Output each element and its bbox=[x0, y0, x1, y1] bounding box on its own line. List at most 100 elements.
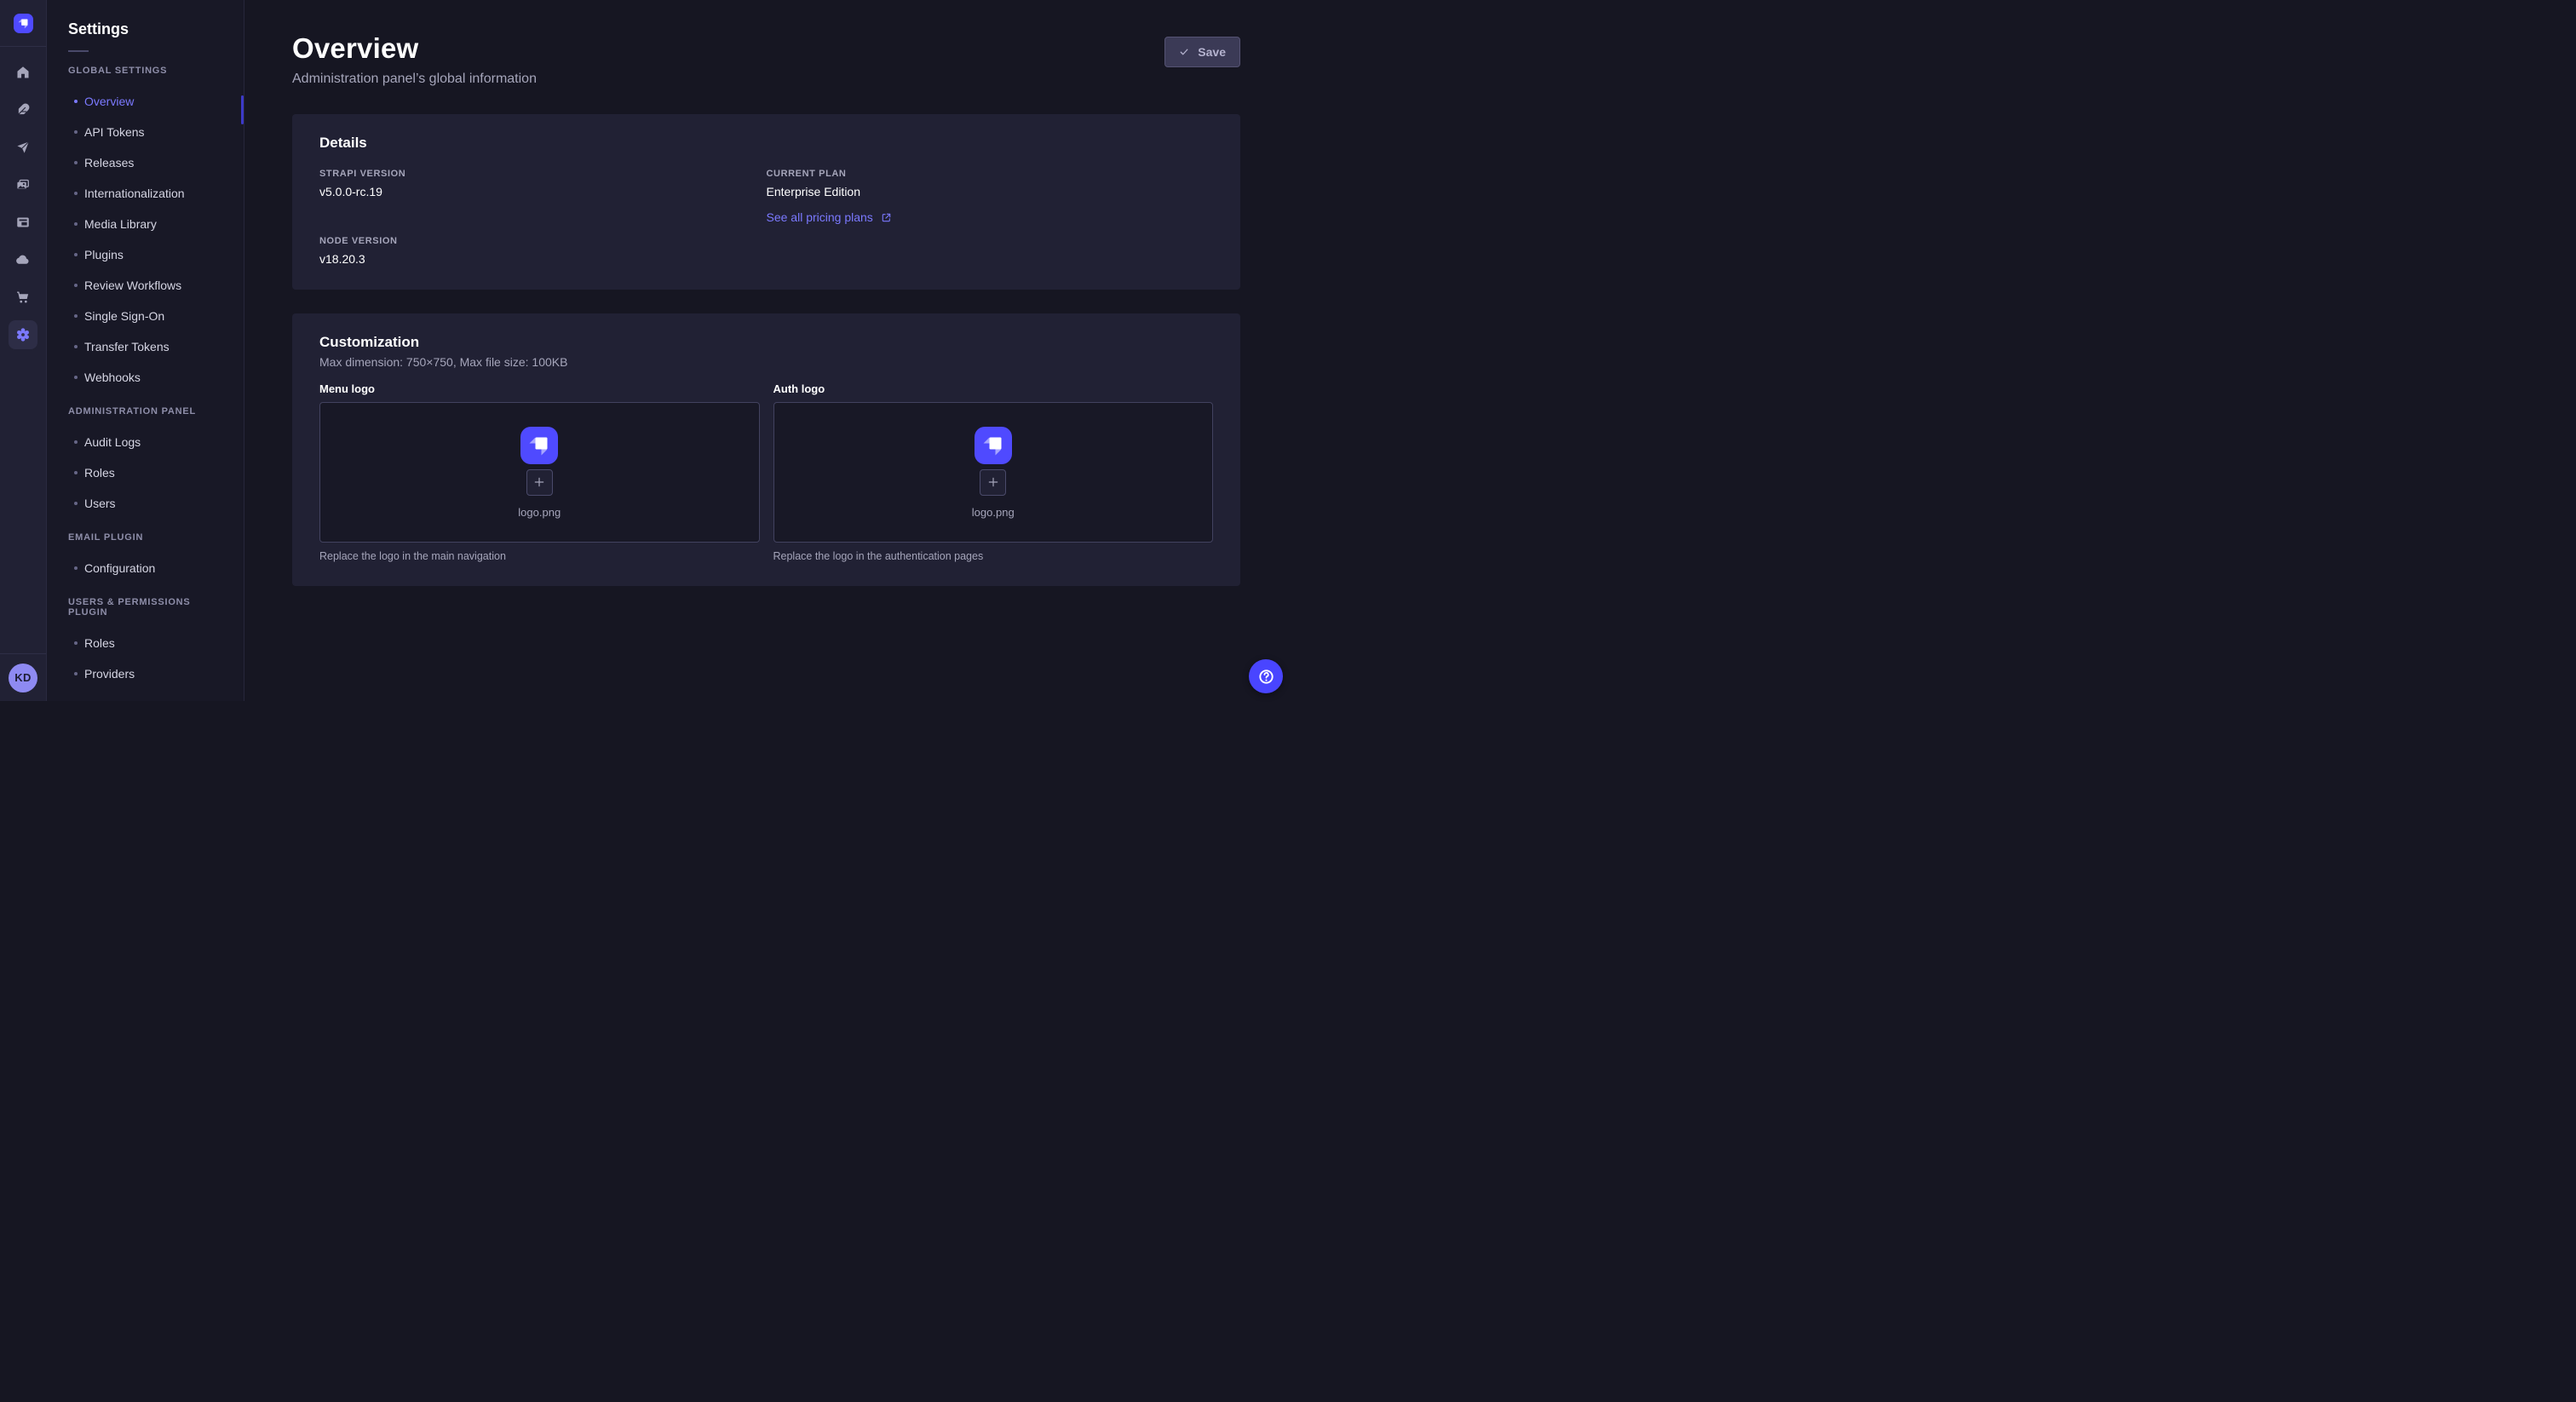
strapi-logo-icon bbox=[522, 428, 556, 463]
field-label: CURRENT PLAN bbox=[767, 169, 1214, 179]
avatar[interactable]: KD bbox=[9, 664, 37, 692]
sidebar-item-label: Roles bbox=[84, 636, 115, 650]
sidebar-item-audit-logs[interactable]: Audit Logs bbox=[47, 427, 244, 457]
bullet-icon bbox=[74, 566, 78, 570]
customization-subtitle: Max dimension: 750×750, Max file size: 1… bbox=[319, 355, 1213, 369]
details-title: Details bbox=[319, 135, 1213, 152]
auth-logo-hint: Replace the logo in the authentication p… bbox=[773, 550, 1214, 562]
bullet-icon bbox=[74, 130, 78, 134]
bullet-icon bbox=[74, 253, 78, 256]
strapi-logo[interactable] bbox=[14, 14, 33, 33]
layout-icon[interactable] bbox=[9, 208, 37, 237]
menu-logo-preview bbox=[520, 427, 558, 464]
sidebar-item-plugins[interactable]: Plugins bbox=[47, 239, 244, 270]
bullet-icon bbox=[74, 376, 78, 379]
sidebar-item-email-configuration[interactable]: Configuration bbox=[47, 553, 244, 583]
auth-logo-dropzone[interactable]: logo.png bbox=[773, 402, 1214, 543]
subnav-scrollbar[interactable] bbox=[241, 95, 244, 124]
sidebar-item-label: Providers bbox=[84, 667, 135, 681]
add-menu-logo-button[interactable] bbox=[526, 469, 553, 496]
strapi-logo-icon bbox=[976, 428, 1010, 463]
bullet-icon bbox=[74, 641, 78, 645]
field-label: NODE VERSION bbox=[319, 236, 767, 246]
bullet-icon bbox=[74, 345, 78, 348]
sidebar-item-label: Media Library bbox=[84, 217, 157, 231]
help-button[interactable] bbox=[1249, 659, 1283, 693]
sidebar-item-single-sign-on[interactable]: Single Sign-On bbox=[47, 301, 244, 331]
customization-title: Customization bbox=[319, 334, 1213, 351]
details-grid: STRAPI VERSION v5.0.0-rc.19 CURRENT PLAN… bbox=[319, 169, 1213, 266]
pricing-plans-link[interactable]: See all pricing plans bbox=[767, 210, 892, 224]
customization-card: Customization Max dimension: 750×750, Ma… bbox=[292, 313, 1240, 586]
sidebar-item-label: Users bbox=[84, 497, 116, 510]
gear-icon[interactable] bbox=[9, 320, 37, 349]
sidebar-item-label: Single Sign-On bbox=[84, 309, 164, 323]
auth-logo-preview bbox=[975, 427, 1012, 464]
sidebar-item-up-roles[interactable]: Roles bbox=[47, 628, 244, 658]
settings-subnav: Settings GLOBAL SETTINGS Overview API To… bbox=[47, 0, 244, 701]
menu-logo-field: Menu logo logo.png Replace the logo in t… bbox=[319, 382, 760, 562]
section-label: ADMINISTRATION PANEL bbox=[68, 406, 222, 417]
save-button[interactable]: Save bbox=[1164, 37, 1240, 67]
bullet-icon bbox=[74, 440, 78, 444]
field-value: v18.20.3 bbox=[319, 252, 767, 266]
home-icon[interactable] bbox=[9, 58, 37, 87]
sidebar-item-label: Webhooks bbox=[84, 371, 141, 384]
rail-user-area: KD bbox=[0, 653, 46, 701]
main-nav-rail: KD bbox=[0, 0, 47, 701]
feather-icon[interactable] bbox=[9, 95, 37, 124]
sidebar-item-label: Releases bbox=[84, 156, 134, 170]
section-label: GLOBAL SETTINGS bbox=[68, 66, 222, 76]
page-header: Overview Administration panel’s global i… bbox=[292, 0, 1240, 87]
bullet-icon bbox=[74, 284, 78, 287]
auth-logo-filename: logo.png bbox=[972, 506, 1015, 519]
menu-logo-dropzone[interactable]: logo.png bbox=[319, 402, 760, 543]
section-label: EMAIL PLUGIN bbox=[68, 532, 222, 543]
field-current-plan: CURRENT PLAN Enterprise Edition See all … bbox=[767, 169, 1214, 226]
bullet-icon bbox=[74, 192, 78, 195]
workplace-logo-area bbox=[0, 0, 46, 47]
menu-logo-hint: Replace the logo in the main navigation bbox=[319, 550, 760, 562]
sidebar-item-api-tokens[interactable]: API Tokens bbox=[47, 117, 244, 147]
plus-icon bbox=[986, 475, 1000, 489]
paper-plane-icon[interactable] bbox=[9, 133, 37, 162]
sidebar-item-internationalization[interactable]: Internationalization bbox=[47, 178, 244, 209]
sidebar-item-media-library[interactable]: Media Library bbox=[47, 209, 244, 239]
sidebar-item-label: API Tokens bbox=[84, 125, 145, 139]
menu-logo-label: Menu logo bbox=[319, 382, 760, 395]
sidebar-item-label: Transfer Tokens bbox=[84, 340, 170, 353]
sidebar-item-up-providers[interactable]: Providers bbox=[47, 658, 244, 689]
sidebar-item-transfer-tokens[interactable]: Transfer Tokens bbox=[47, 331, 244, 362]
plus-icon bbox=[532, 475, 546, 489]
sidebar-item-overview[interactable]: Overview bbox=[47, 86, 244, 117]
sidebar-item-label: Plugins bbox=[84, 248, 124, 261]
page-subtitle: Administration panel’s global informatio… bbox=[292, 72, 537, 87]
auth-logo-field: Auth logo logo.png Replace the logo in t… bbox=[773, 382, 1214, 562]
sidebar-item-label: Review Workflows bbox=[84, 279, 181, 292]
sidebar-item-admin-users[interactable]: Users bbox=[47, 488, 244, 519]
section-label: USERS & PERMISSIONS PLUGIN bbox=[68, 597, 222, 618]
rail-nav bbox=[9, 47, 37, 353]
add-auth-logo-button[interactable] bbox=[980, 469, 1006, 496]
sidebar-item-review-workflows[interactable]: Review Workflows bbox=[47, 270, 244, 301]
save-label: Save bbox=[1198, 45, 1226, 59]
section-email-plugin: EMAIL PLUGIN Configuration bbox=[47, 532, 244, 583]
sidebar-item-webhooks[interactable]: Webhooks bbox=[47, 362, 244, 393]
sidebar-item-admin-roles[interactable]: Roles bbox=[47, 457, 244, 488]
external-link-icon bbox=[881, 212, 892, 223]
sidebar-item-label: Internationalization bbox=[84, 187, 185, 200]
images-icon[interactable] bbox=[9, 170, 37, 199]
cart-icon[interactable] bbox=[9, 283, 37, 312]
field-strapi-version: STRAPI VERSION v5.0.0-rc.19 bbox=[319, 169, 767, 226]
logo-uploads: Menu logo logo.png Replace the logo in t… bbox=[319, 382, 1213, 562]
bullet-icon bbox=[74, 161, 78, 164]
bullet-icon bbox=[74, 672, 78, 675]
field-label: STRAPI VERSION bbox=[319, 169, 767, 179]
bullet-icon bbox=[74, 222, 78, 226]
sidebar-item-label: Audit Logs bbox=[84, 435, 141, 449]
cloud-icon[interactable] bbox=[9, 245, 37, 274]
sidebar-item-releases[interactable]: Releases bbox=[47, 147, 244, 178]
page-title: Overview bbox=[292, 32, 537, 65]
bullet-icon bbox=[74, 502, 78, 505]
bullet-icon bbox=[74, 471, 78, 474]
